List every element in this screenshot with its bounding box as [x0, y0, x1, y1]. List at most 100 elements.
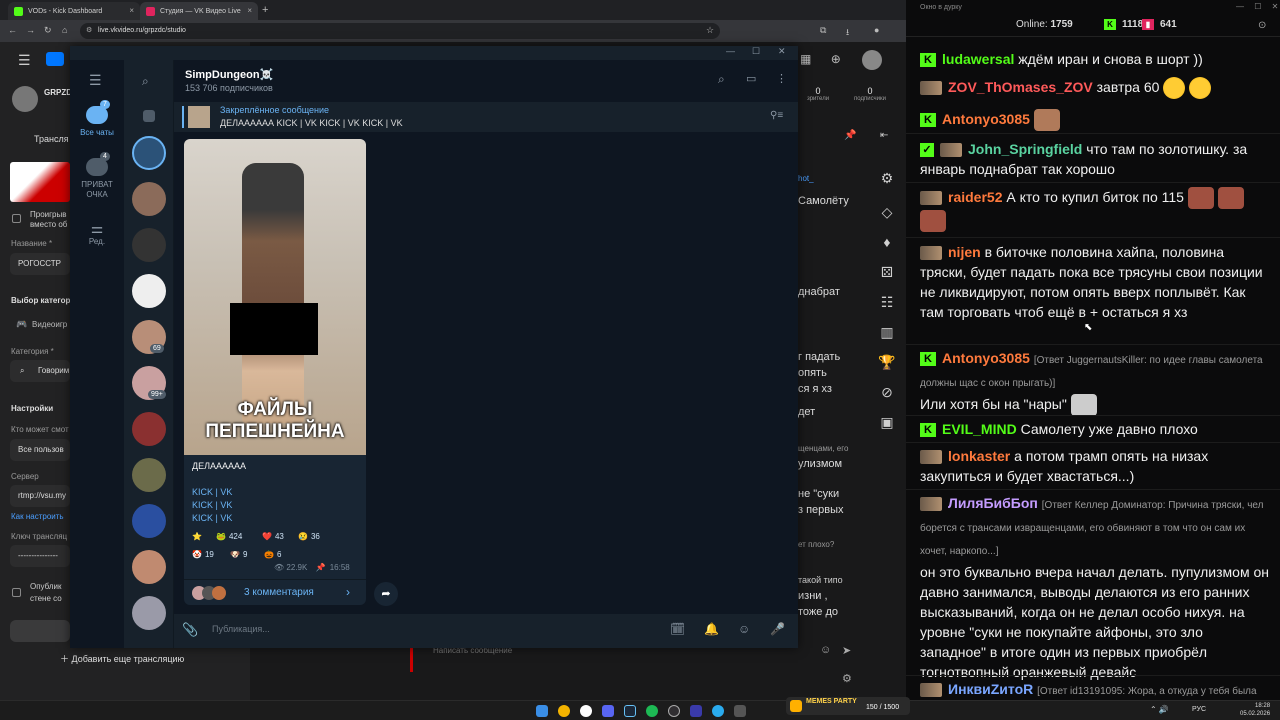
folder-all-chats[interactable]: 7 Все чаты [70, 100, 124, 137]
maximize-icon[interactable]: ☐ [1254, 2, 1261, 11]
publish-checkbox[interactable] [12, 588, 21, 597]
reaction-cry[interactable]: 😢 36 [298, 529, 320, 544]
chat-username[interactable]: ZOV_ThOmases_ZOV [948, 79, 1093, 95]
category-game[interactable]: Видеоигр [32, 320, 67, 329]
tab-broadcast[interactable]: Трансля [34, 134, 69, 144]
sidebar-toggle-icon[interactable]: ▭ [746, 72, 756, 85]
minimize-icon[interactable]: — [1236, 2, 1244, 11]
reaction-pumpkin[interactable]: 🎃 6 [264, 547, 281, 562]
send-icon[interactable]: ➤ [842, 644, 851, 657]
archive-icon[interactable] [143, 110, 155, 122]
category-field[interactable]: ⌕ Говорим [10, 360, 70, 382]
chat-username[interactable]: lonkaster [948, 448, 1010, 464]
server-field[interactable]: rtmp://vsu.my [10, 485, 70, 507]
hamburger-menu-icon[interactable]: ☰ [89, 72, 102, 89]
back-icon[interactable]: ← [8, 25, 17, 35]
chat-avatar[interactable] [132, 182, 166, 216]
schedule-icon[interactable]: 🗓 [670, 622, 685, 636]
channel-title[interactable]: SimpDungeon☠️ [185, 68, 273, 81]
blocked-icon[interactable]: ⊘ [876, 384, 898, 406]
spotify-icon[interactable] [646, 705, 658, 717]
chat-username[interactable]: EVIL_MIND [942, 421, 1017, 437]
vk-user-avatar[interactable] [862, 50, 882, 70]
menu-icon[interactable]: ☰ [18, 52, 31, 69]
chat-username[interactable]: nijen [948, 244, 981, 260]
keyboard-language[interactable]: РУС [1192, 706, 1206, 713]
pinned-message-bar[interactable]: Закреплённое сообщение ДЕЛАААААА KICK | … [174, 102, 798, 132]
chat-avatar[interactable] [132, 458, 166, 492]
gem-icon[interactable]: ♦ [876, 234, 898, 256]
chat-avatar[interactable] [132, 136, 166, 170]
telegram-icon[interactable] [712, 705, 724, 717]
chat-avatar[interactable] [132, 550, 166, 584]
chat-username[interactable]: raider52 [948, 189, 1002, 205]
site-info-icon[interactable]: ⚙ [86, 23, 92, 39]
url-input[interactable]: ⚙ live.vkvideo.ru/grpzdc/studio [80, 23, 720, 39]
who-can-watch-field[interactable]: Все пользов [10, 439, 70, 461]
post-link[interactable]: KICK | VK [192, 500, 232, 510]
stats-icon[interactable]: ▥ [876, 324, 898, 346]
forward-icon[interactable]: → [26, 25, 35, 35]
chat-username[interactable]: ludawersal [942, 51, 1014, 67]
tab-kick-vods[interactable]: VODs - Kick Dashboard × [8, 2, 140, 20]
maximize-icon[interactable]: ☐ [752, 46, 760, 57]
vk-settings-icon[interactable]: ⚙ [842, 672, 852, 685]
chat-avatar[interactable]: 99+ [132, 366, 166, 400]
start-button[interactable] [10, 620, 70, 642]
add-broadcast-button[interactable]: ＋ Добавить еще трансляцию [60, 652, 184, 665]
chat-username[interactable]: ИнквиZитоR [948, 681, 1033, 697]
profile-avatar-icon[interactable]: ● [874, 25, 879, 35]
how-to-setup-link[interactable]: Как настроить [11, 512, 64, 521]
search-icon[interactable]: ⌕ [718, 72, 725, 87]
app-icon[interactable] [734, 705, 746, 717]
extensions-icon[interactable]: ⧉ [820, 25, 826, 36]
reload-icon[interactable]: ↻ [44, 25, 52, 36]
chat-avatar[interactable]: 69 [132, 320, 166, 354]
chat-username[interactable]: John_Springfield [968, 141, 1082, 157]
steam-icon[interactable] [624, 705, 636, 717]
chat-settings-icon[interactable]: ⊙ [1258, 20, 1266, 31]
reaction-dog[interactable]: 🐶 9 [230, 547, 247, 562]
chat-avatar[interactable] [132, 274, 166, 308]
post-link[interactable]: KICK | VK [192, 487, 232, 497]
reaction-star[interactable]: ⭐ [192, 529, 202, 544]
reaction-clown[interactable]: 🤡 19 [192, 547, 214, 562]
chat-username[interactable]: ЛиляБибБоп [948, 495, 1038, 511]
home-icon[interactable]: ⌂ [62, 25, 67, 35]
collapse-panel-icon[interactable]: ⇤ [880, 130, 888, 141]
settings-gear-icon[interactable]: ⚙ [876, 170, 898, 192]
folder-edit[interactable]: ⚌ Ред. [70, 220, 124, 246]
pinned-list-icon[interactable]: ⚲≡ [770, 110, 783, 121]
diamond-icon[interactable]: ◇ [876, 204, 898, 226]
chat-username[interactable]: Antonyo3085 [942, 350, 1030, 366]
chrome-icon[interactable] [558, 705, 570, 717]
grid-icon[interactable]: ▦ [800, 52, 811, 66]
reaction-heart[interactable]: ❤️ 43 [262, 529, 284, 544]
close-window-icon[interactable]: ✕ [778, 46, 786, 57]
reaction-frog[interactable]: 🐸 424 [216, 529, 242, 544]
chat-avatar[interactable] [132, 504, 166, 538]
media-icon[interactable]: ▣ [876, 414, 898, 436]
forward-button[interactable]: ➦ [374, 582, 398, 606]
windows-start-icon[interactable] [536, 705, 548, 717]
new-tab-icon[interactable]: + [262, 4, 268, 16]
tab-vk-studio[interactable]: Студия — VK Видео Live × [140, 2, 258, 20]
memes-party-widget[interactable]: MEMES PARTY 150 / 1500 [786, 697, 910, 715]
folder-private[interactable]: 4 ПРИВАТ ОЧКА [70, 152, 124, 200]
trophy-icon[interactable]: 🏆 [876, 354, 898, 376]
bookmark-star-icon[interactable]: ☆ [706, 25, 714, 36]
obs-icon[interactable] [668, 705, 680, 717]
microphone-icon[interactable]: 🎤 [770, 622, 785, 636]
dice-icon[interactable]: ⚄ [876, 264, 898, 286]
attach-icon[interactable]: 📎 [182, 622, 198, 638]
chat-avatar[interactable] [132, 412, 166, 446]
more-options-icon[interactable]: ⋮ [776, 72, 787, 85]
stream-link-hint[interactable]: hot_ [798, 174, 814, 183]
discord-icon[interactable] [602, 705, 614, 717]
chat-avatar[interactable] [132, 228, 166, 262]
name-field[interactable]: РОГОССТР [10, 253, 70, 275]
comments-bar[interactable]: 3 комментария › [184, 579, 366, 605]
emoji-icon[interactable]: ☺ [820, 644, 831, 656]
list-icon[interactable]: ☷ [876, 294, 898, 316]
play-checkbox[interactable] [12, 214, 21, 223]
